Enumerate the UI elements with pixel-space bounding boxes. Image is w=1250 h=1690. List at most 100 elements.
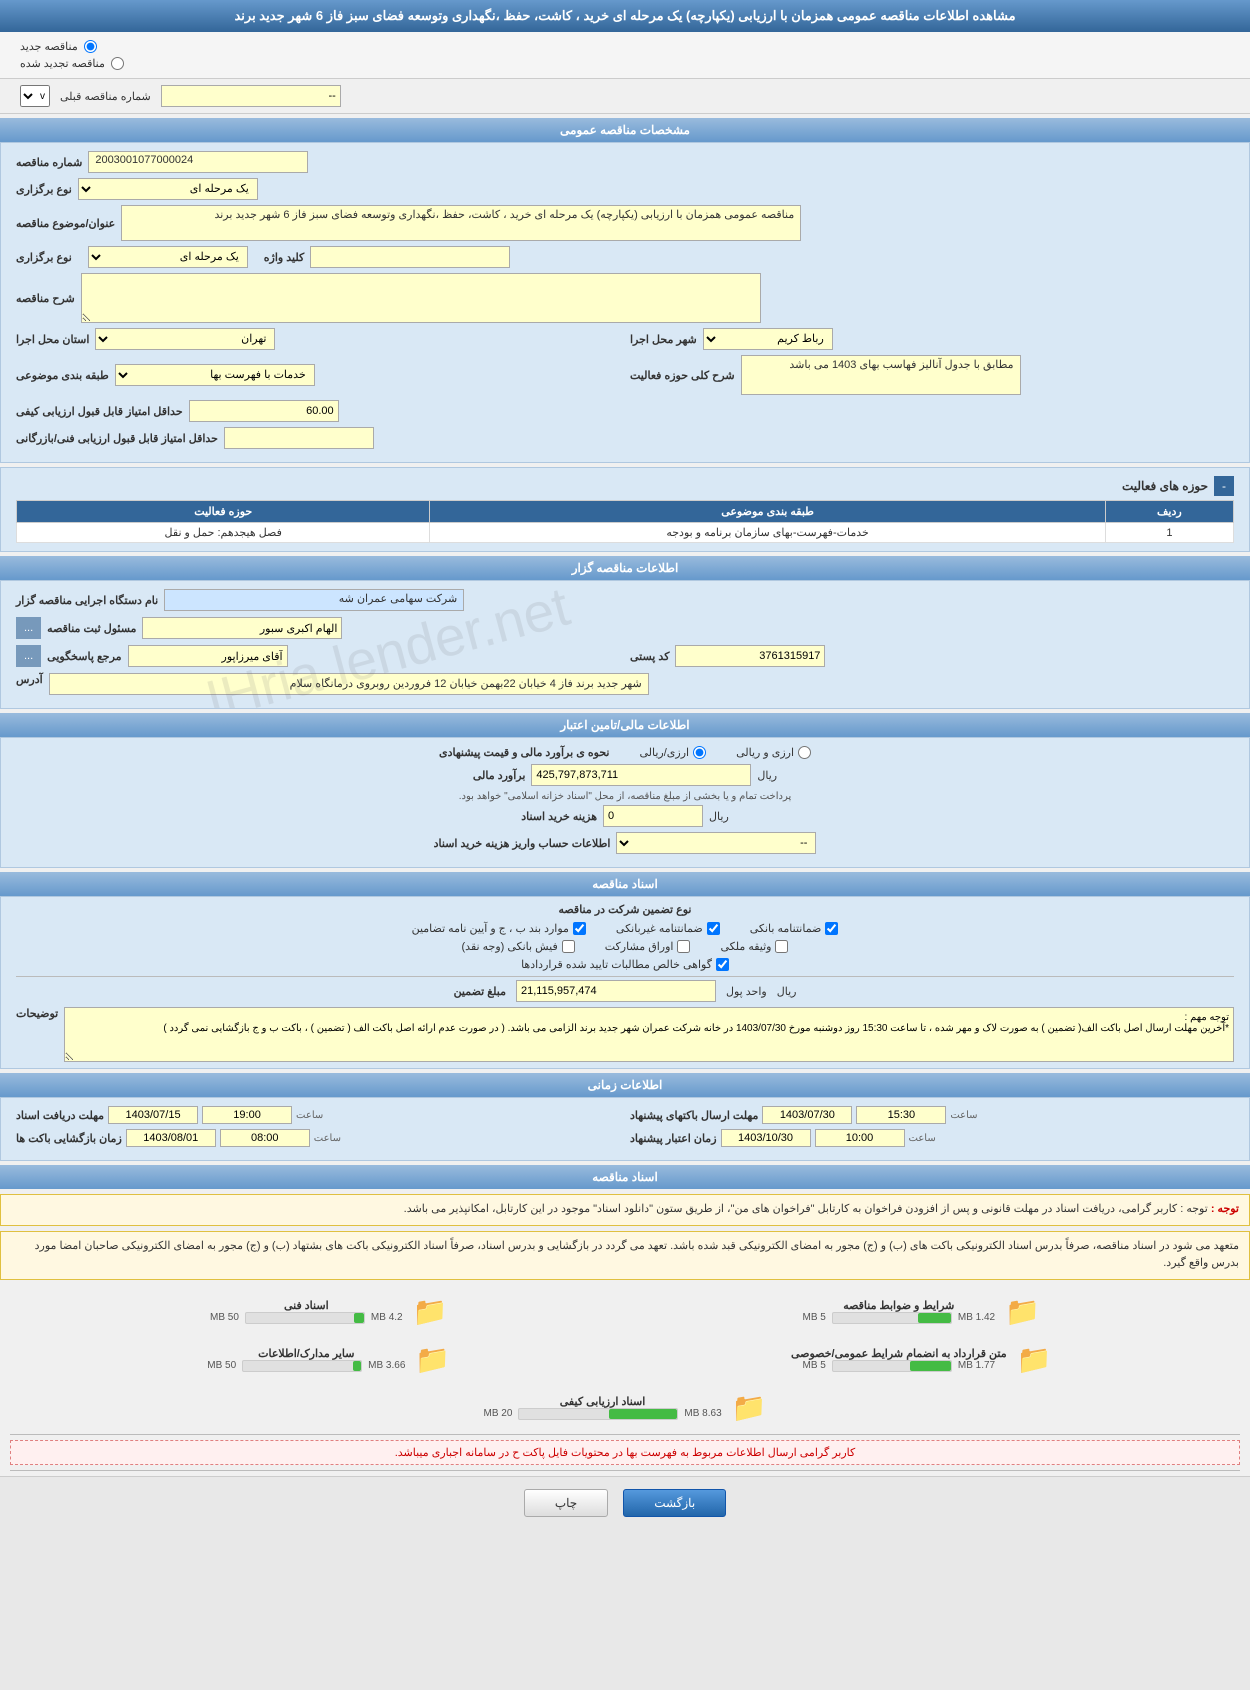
doc-time-input[interactable] [202, 1106, 292, 1124]
title-label: عنوان/موضوع مناقصه [16, 217, 115, 230]
file4-bar [353, 1361, 361, 1371]
contractor-info-header: اطلاعات مناقصه گزار [0, 556, 1250, 580]
account-label: اطلاعات حساب واریز هزینه خرید اسناد [434, 837, 611, 850]
bond-fee-label: هزینه خرید اسناد [521, 810, 597, 823]
radio-renewed-tender-label: مناقصه تجدید شده [20, 57, 105, 70]
file-icon-3: 📁 [1017, 1343, 1052, 1376]
file5-max: 20 MB [483, 1408, 512, 1419]
method-label: نحوه ی برآورد مالی و قیمت پیشنهادی [439, 746, 610, 759]
ref-dots-button[interactable]: ... [16, 645, 41, 667]
type-select2[interactable]: یک مرحله ای [88, 246, 248, 268]
activity-desc-value: مطابق با جدول آنالیز فهاسب بهای 1403 می … [741, 355, 1021, 395]
radio-currency-rial-label: ارزی و ریالی [736, 746, 794, 759]
finance-header: اطلاعات مالی/تامین اعتبار [0, 713, 1250, 737]
file3-bar [910, 1361, 951, 1371]
back-button[interactable]: بازگشت [623, 1489, 726, 1517]
cb-tax[interactable] [716, 958, 729, 971]
activity-desc-label: شرح کلی حوزه فعالیت [630, 369, 735, 382]
print-button[interactable]: چاپ [524, 1489, 608, 1517]
bottom-notice: کاربر گرامی ارسال اطلاعات مربوط به فهرست… [10, 1440, 1240, 1465]
agency-label: نام دستگاه اجرایی مناقصه گزار [16, 594, 158, 607]
radio-new-tender[interactable] [84, 40, 97, 53]
type-label2: نوع برگزاری [16, 251, 72, 264]
postal-label: کد پستی [630, 650, 669, 663]
validity-date-input[interactable] [721, 1129, 811, 1147]
dots-button[interactable]: ... [16, 617, 41, 639]
doc-date-input[interactable] [108, 1106, 198, 1124]
type-select[interactable]: یک مرحله ای [78, 178, 258, 200]
guarantee-amount-input[interactable] [516, 980, 716, 1002]
general-info-header: مشخصات مناقصه عمومی [0, 118, 1250, 142]
file-item-3: 📁 متن قرارداد به انضمام شرایط عمومی/خصوص… [633, 1343, 1211, 1376]
amount-label: مبلغ تضمین [454, 985, 506, 998]
file2-label: اسناد فنی [210, 1299, 403, 1312]
type-label: نوع برگزاری [16, 183, 72, 196]
file-icon-1: 📁 [1005, 1295, 1040, 1328]
opening-date-input[interactable] [126, 1129, 216, 1147]
ref-input[interactable] [128, 645, 288, 667]
agency-value: شرکت سهامی عمران شه [164, 589, 464, 611]
submit-date-input[interactable] [762, 1106, 852, 1124]
province-select[interactable]: تهران [95, 328, 275, 350]
estimate-input[interactable] [531, 764, 751, 786]
cb-cash[interactable] [573, 922, 586, 935]
postal-input[interactable] [675, 645, 825, 667]
notes-textarea[interactable]: توجه مهم : *آخرین مهلت ارسال اصل باکت ال… [64, 1007, 1234, 1062]
notice1: توجه : توجه : کاربر گرامی، دریافت اسناد … [0, 1194, 1250, 1226]
bond-fee-input[interactable] [603, 805, 703, 827]
time-header: اطلاعات زمانی [0, 1073, 1250, 1097]
ref-label: مرجع پاسخگویی [47, 650, 121, 663]
min-financial-label: حداقل امتیاز قابل قبول ارزیابی فنی/بازرگ… [16, 432, 218, 445]
file-icon-5: 📁 [732, 1391, 767, 1424]
validity-time-input[interactable] [815, 1129, 905, 1147]
cb-partnership[interactable] [677, 940, 690, 953]
min-quality-input[interactable] [189, 400, 339, 422]
submit-time-input[interactable] [856, 1106, 946, 1124]
city-select[interactable]: رباط کریم [703, 328, 833, 350]
keyword-input[interactable] [310, 246, 510, 268]
file-item-5: 📁 اسناد ارزیابی کیفی 8.63 MB 20 MB [483, 1391, 766, 1424]
file4-current: 3.66 MB [368, 1360, 405, 1371]
table-row: 1 خدمات-فهرست-بهای سازمان برنامه و بودجه… [17, 523, 1234, 543]
prev-tender-input[interactable] [161, 85, 341, 107]
cb-insurance[interactable] [707, 922, 720, 935]
file4-max: 50 MB [207, 1360, 236, 1371]
cb-check[interactable] [562, 940, 575, 953]
file-icon-2: 📁 [413, 1295, 448, 1328]
account-select[interactable]: -- [616, 832, 816, 854]
responsible-input[interactable] [142, 617, 342, 639]
keyword-label: کلید واژه [264, 251, 304, 264]
province-label: استان محل اجرا [16, 333, 89, 346]
prev-tender-select[interactable]: v [20, 85, 50, 107]
unit-value: ریال [777, 985, 797, 998]
notes-label: توضیحات [16, 1007, 58, 1020]
opening-label: زمان بازگشایی باکت ها [16, 1132, 122, 1145]
cb-letter[interactable] [825, 922, 838, 935]
radio-rial[interactable] [693, 746, 706, 759]
address-label: آدرس [16, 673, 43, 686]
cb-property-label: وثیقه ملکی [720, 940, 771, 953]
radio-renewed-tender[interactable] [111, 57, 124, 70]
file-item-4: 📁 سایر مدارک/اطلاعات 3.66 MB 50 MB [40, 1343, 618, 1376]
file2-max: 50 MB [210, 1312, 239, 1323]
expand-button[interactable]: - [1214, 476, 1234, 496]
file1-bar [918, 1313, 951, 1323]
prev-tender-label: شماره مناقصه قبلی [60, 90, 151, 103]
guarantee-type-label: نوع تضمین شرکت در مناقصه [16, 903, 1234, 916]
opening-time-input[interactable] [220, 1129, 310, 1147]
cb-property[interactable] [775, 940, 788, 953]
bond-currency: ریال [709, 810, 729, 823]
min-financial-input[interactable] [224, 427, 374, 449]
unit-label: واحد پول [726, 985, 767, 998]
description-textarea[interactable] [81, 273, 761, 323]
file1-label: شرایط و ضوابط مناقصه [803, 1299, 996, 1312]
estimate-label: برآورد مالی [473, 769, 526, 782]
title-value: مناقصه عمومی همزمان با ارزیابی (یکپارچه)… [121, 205, 801, 241]
file2-current: 4.2 MB [371, 1312, 403, 1323]
description-label: شرح مناقصه [16, 292, 75, 305]
radio-currency-rial[interactable] [798, 746, 811, 759]
category-select[interactable]: خدمات با فهرست بها [115, 364, 315, 386]
cb-check-label: فیش بانکی (وجه نقد) [462, 940, 558, 953]
col-row: ردیف [1105, 501, 1233, 523]
city-label: شهر محل اجرا [630, 333, 697, 346]
